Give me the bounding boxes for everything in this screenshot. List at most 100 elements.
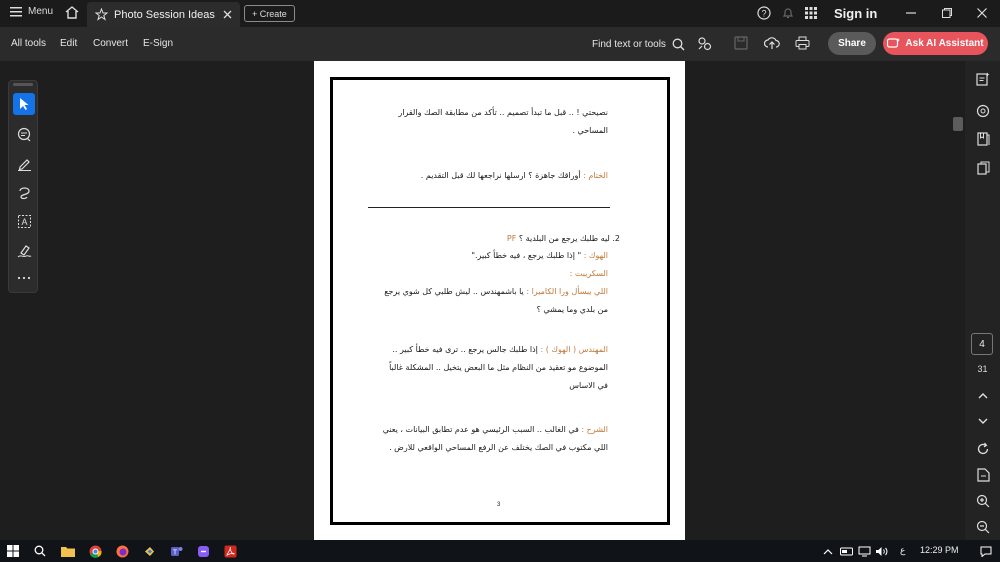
hamburger-icon xyxy=(10,6,22,17)
right-rail: 4 31 xyxy=(965,61,1000,540)
doc-heading-suffix: PF xyxy=(506,234,519,243)
menu-all-tools[interactable]: All tools xyxy=(11,38,46,49)
vertical-scrollbar[interactable] xyxy=(953,117,963,131)
star-icon[interactable] xyxy=(95,8,108,21)
current-page-input[interactable]: 4 xyxy=(971,333,993,355)
page-frame xyxy=(330,77,670,525)
pages-thumbnails-icon[interactable] xyxy=(973,158,993,178)
ai-summary-icon[interactable] xyxy=(973,69,993,89)
ask-ai-assistant-button[interactable]: Ask AI Assistant xyxy=(883,32,988,55)
doc-line-text: إذا طلبك جالس يرجع .. ترى فيه خطأ كبير .… xyxy=(392,345,541,354)
title-bar: Menu Photo Session Ideas + Create ? Sign… xyxy=(0,0,1000,27)
acrobat-taskbar-icon[interactable] xyxy=(222,543,238,559)
bell-icon[interactable] xyxy=(781,6,795,20)
app-icon-vs[interactable] xyxy=(141,543,157,559)
doc-line: الختام : أوراقك جاهزة ؟ ارسلها نراجعها ل… xyxy=(421,171,608,180)
doc-line-text: في الغالب .. السبب الرئيسي هو عدم تطابق … xyxy=(382,425,582,434)
svg-text:T: T xyxy=(172,549,177,556)
create-button[interactable]: + Create xyxy=(244,5,295,22)
maximize-icon[interactable] xyxy=(937,4,957,22)
menu-edit[interactable]: Edit xyxy=(60,38,77,49)
previous-page-icon[interactable] xyxy=(973,385,993,405)
comments-panel-icon[interactable] xyxy=(973,101,993,121)
page-number: 3 xyxy=(497,502,501,508)
doc-line-text: " إذا طلبك يرجع ، فيه خطأ كبير." xyxy=(471,251,584,260)
draw-freehand-icon[interactable] xyxy=(13,181,35,203)
doc-line-label: الهوك : xyxy=(583,251,608,260)
input-language[interactable]: ع xyxy=(900,545,905,556)
zoom-in-icon[interactable] xyxy=(973,491,993,511)
rotate-icon[interactable] xyxy=(973,439,993,459)
tab-title: Photo Session Ideas xyxy=(114,8,215,21)
windows-start-icon[interactable] xyxy=(5,543,21,559)
menu-label: Menu xyxy=(28,6,54,17)
menu-e-sign[interactable]: E-Sign xyxy=(143,38,173,49)
chrome-icon[interactable] xyxy=(87,543,103,559)
doc-line: المساحي . xyxy=(572,126,608,135)
zoom-out-icon[interactable] xyxy=(973,517,993,537)
share-button[interactable]: Share xyxy=(828,32,876,55)
find-text-search[interactable]: Find text or tools xyxy=(592,38,685,51)
doc-line: اللي مكتوب في الصك يختلف عن الرفع المساح… xyxy=(389,443,608,452)
volume-icon[interactable] xyxy=(873,543,889,559)
svg-text:A: A xyxy=(21,217,27,227)
doc-line-label: الشرح : xyxy=(581,425,608,434)
document-workarea: A نصيحتي ! .. قبل ما تبدأ تصميم .. تأكد … xyxy=(0,61,1000,540)
print-icon[interactable] xyxy=(795,36,810,50)
doc-line: السكريبت : xyxy=(570,269,608,278)
tab-document[interactable]: Photo Session Ideas xyxy=(87,2,240,27)
doc-line: من بلدي وما يمشي ؟ xyxy=(536,305,608,314)
close-tab-icon[interactable] xyxy=(223,10,232,19)
sign-in-button[interactable]: Sign in xyxy=(834,6,877,21)
find-label: Find text or tools xyxy=(592,39,666,50)
network-icon[interactable] xyxy=(856,543,872,559)
ai-tools-icon[interactable] xyxy=(697,36,712,51)
pdf-page: نصيحتي ! .. قبل ما تبدأ تصميم .. تأكد من… xyxy=(314,61,685,540)
total-pages: 31 xyxy=(977,364,988,374)
notifications-icon[interactable] xyxy=(978,543,994,559)
teams-icon[interactable]: T xyxy=(168,543,184,559)
doc-heading: 2. ليه طلبك يرجع من البلدية ؟ PF xyxy=(507,234,620,243)
doc-line: اللي يبسأل ورا الكاميرا : يا باشمهندس ..… xyxy=(384,287,608,296)
file-explorer-icon[interactable] xyxy=(60,543,76,559)
fit-page-icon[interactable] xyxy=(973,465,993,485)
ai-assistant-icon xyxy=(887,37,901,50)
doc-line-text: أوراقك جاهزة ؟ ارسلها نراجعها لك قبل الت… xyxy=(420,171,584,180)
doc-line: الموضوع مو تعقيد من النظام مثل ما البعض … xyxy=(389,363,608,372)
select-tool-icon[interactable] xyxy=(13,93,35,115)
help-icon[interactable]: ? xyxy=(757,6,771,20)
close-window-icon[interactable] xyxy=(972,4,992,22)
firefox-icon[interactable] xyxy=(114,543,130,559)
doc-heading-text: 2. ليه طلبك يرجع من البلدية ؟ xyxy=(518,234,620,243)
doc-line-label: اللي يبسأل ورا الكاميرا : xyxy=(526,287,608,296)
doc-line-label: السكريبت : xyxy=(569,269,608,278)
storage-icon[interactable] xyxy=(838,543,854,559)
doc-line: في الاساس xyxy=(569,381,608,390)
minimize-icon[interactable] xyxy=(901,4,921,22)
doc-line-label: المهندس ( الهوك ) : xyxy=(540,345,608,354)
search-taskbar-icon[interactable] xyxy=(32,543,48,559)
ai-assistant-label: Ask AI Assistant xyxy=(905,38,984,49)
menu-convert[interactable]: Convert xyxy=(93,38,128,49)
menu-button[interactable]: Menu xyxy=(10,6,53,17)
chevron-up-icon[interactable] xyxy=(820,543,836,559)
apps-grid-icon[interactable] xyxy=(805,7,817,19)
search-icon xyxy=(672,38,685,51)
highlight-pen-icon[interactable] xyxy=(13,152,35,174)
svg-text:?: ? xyxy=(761,9,766,19)
text-box-icon[interactable]: A xyxy=(13,210,35,232)
save-icon[interactable] xyxy=(734,36,748,50)
upload-cloud-icon[interactable] xyxy=(764,36,780,50)
home-icon[interactable] xyxy=(64,5,80,20)
windows-taskbar: T ع 12:29 PM xyxy=(0,540,1000,562)
bookmarks-icon[interactable] xyxy=(973,129,993,149)
app-icon-purple[interactable] xyxy=(195,543,211,559)
panel-grip[interactable] xyxy=(13,83,33,86)
next-page-icon[interactable] xyxy=(973,411,993,431)
quick-tools-panel: A xyxy=(8,80,38,293)
more-tools-icon[interactable] xyxy=(13,267,35,289)
system-clock[interactable]: 12:29 PM xyxy=(920,545,959,555)
sign-pen-icon[interactable] xyxy=(13,239,35,261)
comment-tool-icon[interactable] xyxy=(13,123,35,145)
doc-line: المهندس ( الهوك ) : إذا طلبك جالس يرجع .… xyxy=(392,345,608,354)
